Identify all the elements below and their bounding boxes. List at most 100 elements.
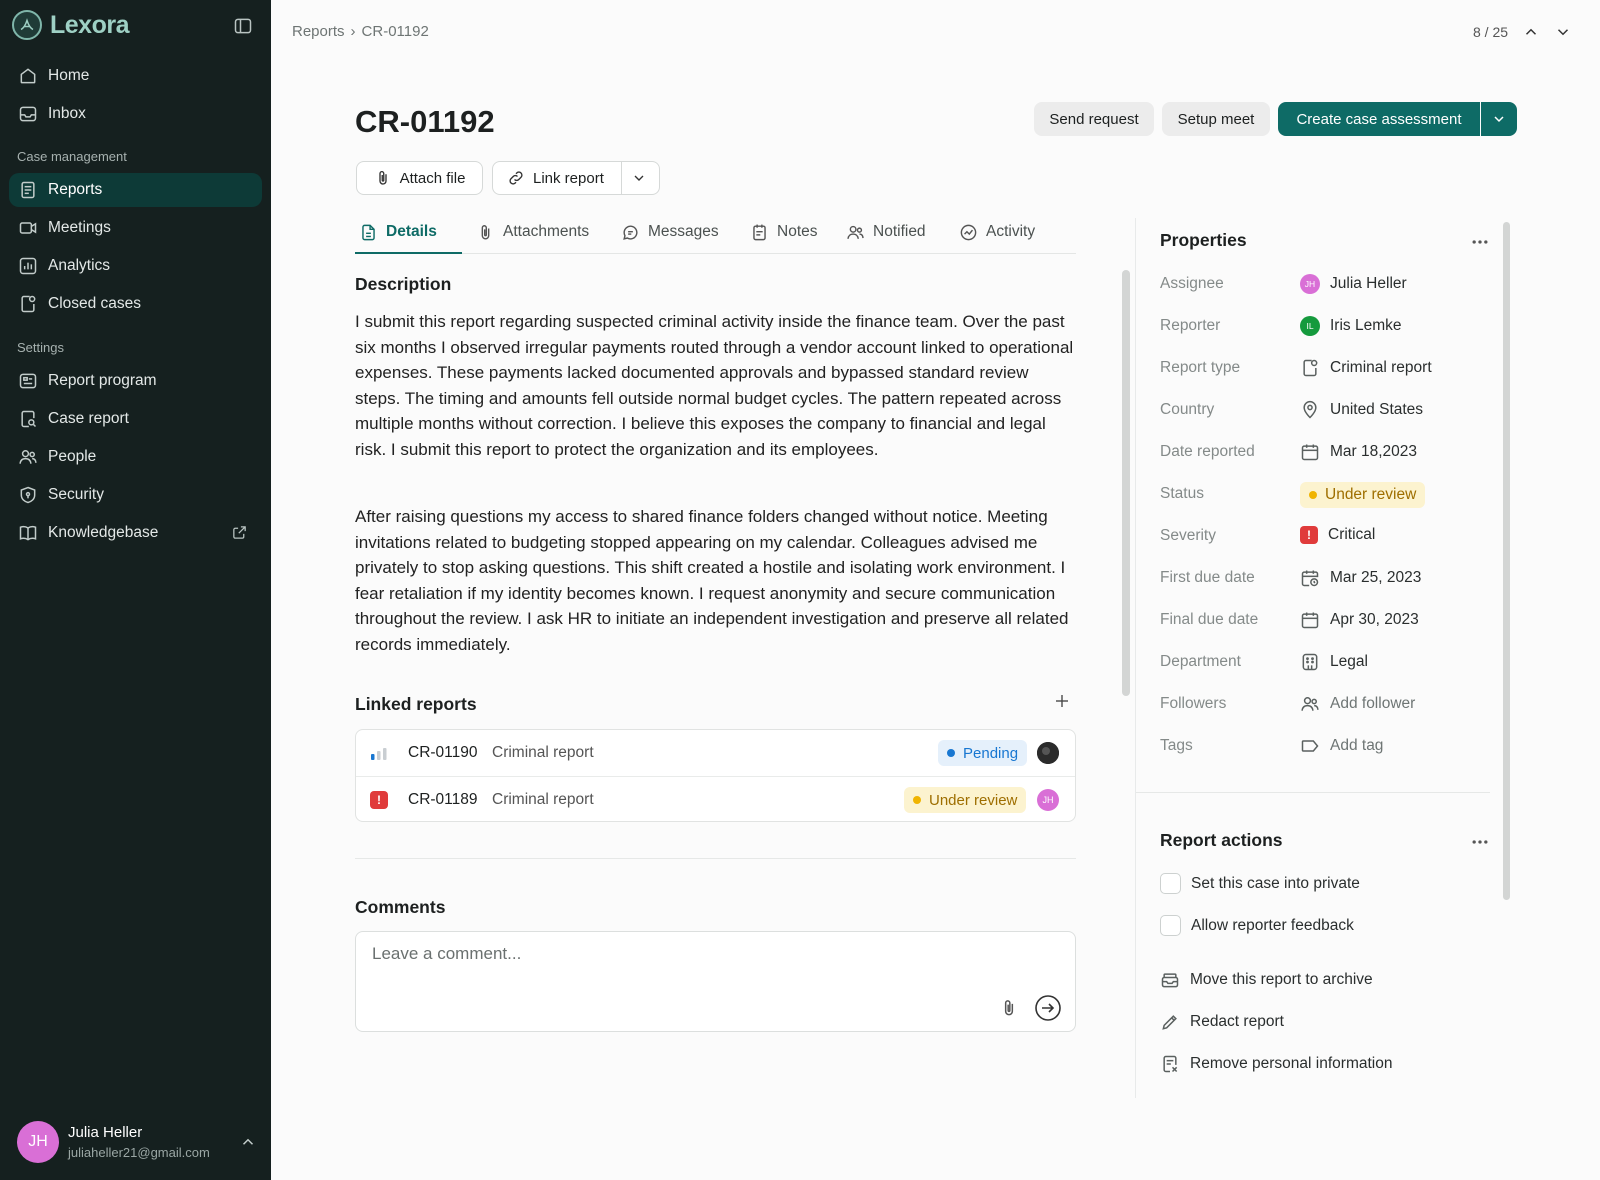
pencil-icon xyxy=(1162,1015,1177,1030)
tab-label: Notes xyxy=(777,223,818,240)
chevron-down-icon[interactable] xyxy=(1554,23,1572,41)
archive-icon xyxy=(1161,973,1179,988)
tag-icon xyxy=(1301,740,1319,752)
tab-notes[interactable]: Notes xyxy=(746,222,822,254)
reporter-feedback-label: Allow reporter feedback xyxy=(1191,916,1354,934)
chevron-down-icon[interactable] xyxy=(631,170,647,186)
sidebar-item-label: Closed cases xyxy=(48,295,142,312)
final-due-value[interactable]: Apr 30, 2023 xyxy=(1300,610,1419,630)
reporter-value[interactable]: IL Iris Lemke xyxy=(1300,316,1402,336)
reporter-feedback-checkbox-row[interactable]: Allow reporter feedback xyxy=(1160,915,1354,936)
reporter-feedback-checkbox[interactable] xyxy=(1160,915,1181,936)
sidebar-item-label: Inbox xyxy=(48,105,86,122)
reporter-name: Iris Lemke xyxy=(1330,317,1402,334)
setup-meet-button[interactable]: Setup meet xyxy=(1162,102,1270,136)
add-follower-button[interactable]: Add follower xyxy=(1300,694,1415,714)
sidebar-item-label: People xyxy=(48,448,97,465)
sidebar-item-report-program[interactable]: Report program xyxy=(9,364,262,398)
paperclip-icon[interactable] xyxy=(999,998,1019,1018)
tab-label: Attachments xyxy=(503,223,590,240)
logo-icon xyxy=(12,10,42,40)
tab-notified[interactable]: Notified xyxy=(842,222,930,254)
description-paragraph-1: I submit this report regarding suspected… xyxy=(355,312,1074,459)
page-title: CR-01192 xyxy=(355,104,495,139)
create-options-button[interactable] xyxy=(1481,102,1517,136)
user-profile[interactable]: JH Julia Heller juliaheller21@gmail.com xyxy=(17,1121,257,1165)
add-linked-report-icon[interactable] xyxy=(1053,692,1071,710)
assignee-value[interactable]: JH Julia Heller xyxy=(1300,274,1407,294)
sidebar-item-home[interactable]: Home xyxy=(9,59,262,93)
message-icon xyxy=(623,225,638,240)
more-options-icon[interactable] xyxy=(1470,832,1490,852)
breadcrumb-reports[interactable]: Reports xyxy=(292,23,345,40)
comment-input[interactable] xyxy=(372,944,972,964)
report-type-value[interactable]: Criminal report xyxy=(1300,358,1432,378)
create-case-assessment-button[interactable]: Create case assessment xyxy=(1278,102,1480,136)
sidebar-item-label: Meetings xyxy=(48,219,111,236)
country-value[interactable]: United States xyxy=(1300,400,1423,420)
properties-scrollbar[interactable] xyxy=(1503,222,1510,900)
add-tag-button[interactable]: Add tag xyxy=(1300,736,1383,756)
sidebar-toggle-icon[interactable] xyxy=(233,16,253,36)
status-value[interactable]: Under review xyxy=(1300,482,1426,508)
table-row[interactable]: ! CR-01189 Criminal report Under review … xyxy=(356,776,1075,822)
tab-activity[interactable]: Activity xyxy=(955,222,1039,254)
sidebar-item-analytics[interactable]: Analytics xyxy=(9,249,262,283)
tags-label: Tags xyxy=(1160,737,1193,754)
attach-file-button[interactable]: Attach file xyxy=(356,161,483,195)
priority-low-icon xyxy=(371,748,387,760)
attach-file-label: Attach file xyxy=(399,169,466,187)
department-value[interactable]: Legal xyxy=(1300,652,1368,672)
tab-messages[interactable]: Messages xyxy=(617,222,723,254)
assignee-name: Julia Heller xyxy=(1330,275,1407,292)
redact-report-action[interactable]: Redact report xyxy=(1160,1012,1284,1032)
app-logo[interactable]: Lexora xyxy=(12,10,129,40)
table-row[interactable]: CR-01190 Criminal report Pending xyxy=(356,730,1075,776)
section-case-management: Case management xyxy=(17,149,127,164)
link-report-button[interactable]: Link report xyxy=(492,161,660,195)
private-case-checkbox-row[interactable]: Set this case into private xyxy=(1160,873,1360,894)
private-case-checkbox[interactable] xyxy=(1160,873,1181,894)
first-due-label: First due date xyxy=(1160,569,1255,586)
sidebar-item-closed-cases[interactable]: Closed cases xyxy=(9,287,262,321)
sidebar-item-case-report[interactable]: Case report xyxy=(9,402,262,436)
chevron-down-icon xyxy=(1494,116,1504,123)
sidebar-item-inbox[interactable]: Inbox xyxy=(9,97,262,131)
severity-value[interactable]: ! Critical xyxy=(1300,526,1375,544)
link-report-label: Link report xyxy=(533,169,604,187)
notes-icon xyxy=(753,224,766,241)
first-due-value[interactable]: Mar 25, 2023 xyxy=(1300,568,1421,588)
sidebar-item-security[interactable]: Security xyxy=(9,478,262,512)
send-icon[interactable] xyxy=(1034,994,1062,1022)
remove-document-icon xyxy=(1163,1055,1178,1073)
remove-pi-label: Remove personal information xyxy=(1190,1055,1393,1072)
severity-text: Critical xyxy=(1328,526,1376,543)
section-settings: Settings xyxy=(17,340,64,355)
main-scrollbar[interactable] xyxy=(1122,270,1130,696)
people-icon xyxy=(847,225,864,239)
breadcrumb-current: CR-01192 xyxy=(361,23,429,40)
sidebar-item-meetings[interactable]: Meetings xyxy=(9,211,262,245)
archive-report-action[interactable]: Move this report to archive xyxy=(1160,970,1373,990)
tab-attachments[interactable]: Attachments xyxy=(472,222,593,254)
report-actions-heading: Report actions xyxy=(1160,830,1283,850)
chevron-up-icon[interactable] xyxy=(1522,23,1540,41)
tab-details[interactable]: Details xyxy=(355,222,462,254)
status-text: Under review xyxy=(1325,486,1417,503)
date-reported-value[interactable]: Mar 18,2023 xyxy=(1300,442,1417,462)
chevron-up-icon[interactable] xyxy=(239,1133,257,1151)
sidebar-item-reports[interactable]: Reports xyxy=(9,173,262,207)
status-badge: Pending xyxy=(938,740,1028,766)
sidebar-item-people[interactable]: People xyxy=(9,440,262,474)
report-type-text: Criminal report xyxy=(1330,359,1432,376)
breadcrumb-separator: › xyxy=(350,23,356,40)
sidebar-item-knowledgebase[interactable]: Knowledgebase xyxy=(9,516,262,550)
program-icon xyxy=(19,373,37,389)
followers-label: Followers xyxy=(1160,695,1227,712)
country-text: United States xyxy=(1330,401,1424,418)
send-request-button[interactable]: Send request xyxy=(1034,102,1154,136)
more-options-icon[interactable] xyxy=(1470,232,1490,252)
section-divider xyxy=(355,858,1076,859)
remove-personal-info-action[interactable]: Remove personal information xyxy=(1160,1054,1392,1074)
analytics-icon xyxy=(19,257,37,275)
